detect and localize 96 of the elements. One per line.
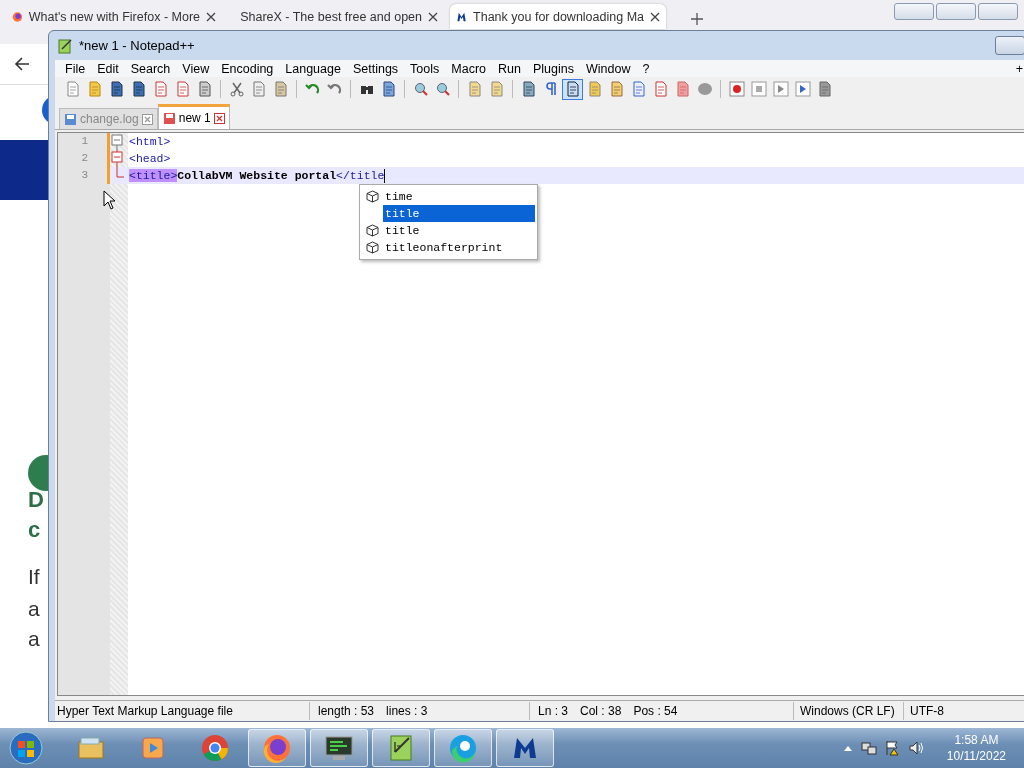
close-icon[interactable]	[650, 11, 660, 22]
pdf-icon[interactable]	[652, 81, 669, 97]
line-number: 1	[80, 134, 89, 149]
close-all-icon[interactable]	[174, 81, 191, 97]
notepad-icon	[57, 37, 73, 54]
function-list-icon[interactable]	[630, 81, 647, 97]
fold-icon[interactable]	[110, 150, 124, 167]
edge-icon	[447, 732, 479, 764]
word-wrap-icon[interactable]	[520, 81, 537, 97]
flag-icon[interactable]	[884, 740, 901, 756]
length-label: length : 53	[318, 703, 375, 720]
menu-item[interactable]: Run	[492, 61, 527, 76]
fold-icon[interactable]	[110, 133, 124, 150]
save-macro-icon[interactable]	[816, 81, 833, 97]
minimize-button[interactable]	[995, 36, 1024, 55]
mouse-cursor-icon	[103, 190, 117, 212]
page-text: D	[28, 487, 44, 513]
scissors-icon[interactable]	[228, 81, 245, 97]
position-label: Pos : 54	[633, 703, 678, 720]
eol-label: Windows (CR LF)	[794, 702, 904, 720]
browser-tab[interactable]: ShareX - The best free and open	[228, 4, 444, 29]
replace-icon[interactable]	[380, 81, 397, 97]
menu-item[interactable]: ?	[636, 61, 656, 76]
restore-button[interactable]	[936, 3, 976, 20]
document-map-icon[interactable]	[608, 81, 625, 97]
play-icon[interactable]	[772, 81, 789, 97]
file-tab[interactable]: new 1	[157, 104, 230, 129]
menu-item[interactable]: Language	[279, 61, 347, 76]
file-type-label: Hyper Text Markup Language file	[55, 702, 310, 720]
menu-item[interactable]: Window	[579, 61, 637, 76]
page-text: a	[28, 597, 40, 621]
line-number: 3	[80, 168, 89, 183]
close-icon[interactable]	[213, 112, 225, 124]
indent-guide-icon[interactable]	[564, 81, 581, 97]
lines-label: lines : 3	[386, 703, 428, 720]
suggestion-item[interactable]: title	[383, 222, 535, 239]
menu-item[interactable]: View	[176, 61, 216, 76]
record-icon[interactable]	[728, 81, 745, 97]
menu-item[interactable]: Search	[124, 61, 177, 76]
save-all-icon[interactable]	[130, 81, 147, 97]
back-arrow-icon[interactable]	[14, 56, 30, 72]
close-icon[interactable]	[428, 11, 438, 22]
time-label: 1:58 AM	[954, 732, 999, 748]
new-tab-icon[interactable]	[690, 12, 704, 26]
menu-item[interactable]: Encoding	[215, 61, 280, 76]
menu-item[interactable]: Settings	[346, 61, 405, 76]
close-button[interactable]	[978, 3, 1018, 20]
code-editor[interactable]: 1 2 3 <html> <head> <title>CollabVM Website portal</title time title title titleonafterprint	[57, 132, 1024, 696]
menu-item[interactable]: Edit	[91, 61, 125, 76]
menu-item[interactable]: Macro	[445, 61, 493, 76]
suggestion-item[interactable]: time	[383, 188, 535, 205]
encoding-label: UTF-8	[909, 703, 945, 720]
stop-icon[interactable]	[750, 81, 767, 97]
close-file-icon[interactable]	[152, 81, 169, 97]
page-text: c	[28, 517, 41, 543]
page-text: If	[28, 565, 40, 589]
browser-tab[interactable]: What's new with Firefox - More	[6, 4, 222, 29]
firefox-icon	[261, 732, 293, 764]
caret-up-icon[interactable]	[842, 744, 853, 752]
zoom-in-icon[interactable]	[412, 81, 429, 97]
page-text: a	[28, 627, 40, 651]
code-line: <html>	[107, 133, 1024, 150]
paste-icon[interactable]	[272, 81, 289, 97]
browser-tab[interactable]: Thank you for downloading Ma	[450, 4, 666, 29]
menu-item[interactable]: Tools	[404, 61, 446, 76]
close-icon[interactable]	[206, 11, 216, 22]
menu-item[interactable]: Plugins	[526, 61, 580, 76]
window-title: *new 1 - Notepad++	[79, 38, 196, 53]
clock[interactable]: 1:58 AM 10/11/2022	[946, 732, 1006, 764]
copy-icon[interactable]	[250, 81, 267, 97]
suggestion-item[interactable]: title	[383, 205, 535, 222]
taskbar-button[interactable]	[248, 729, 306, 767]
taskbar-button[interactable]	[310, 729, 368, 767]
network-icon[interactable]	[860, 740, 877, 756]
sync-horizontal-icon[interactable]	[488, 81, 505, 97]
chrome-icon	[199, 732, 231, 764]
play-multiple-icon[interactable]	[794, 81, 811, 97]
zoom-out-icon[interactable]	[434, 81, 451, 97]
folder-panel-icon[interactable]	[586, 81, 603, 97]
column-label: Col : 38	[580, 703, 622, 720]
printer-icon[interactable]	[196, 81, 213, 97]
date-label: 10/11/2022	[946, 748, 1006, 764]
line-label: Ln : 3	[538, 703, 569, 720]
taskbar-button[interactable]	[496, 729, 554, 767]
menu-item[interactable]: +	[1009, 61, 1024, 76]
open-folder-icon[interactable]	[86, 81, 103, 97]
new-file-icon[interactable]	[64, 81, 81, 97]
line-number: 2	[80, 151, 89, 166]
start-button[interactable]	[8, 730, 44, 766]
save-icon[interactable]	[108, 81, 125, 97]
taskbar-button[interactable]	[372, 729, 430, 767]
menu-item[interactable]: File	[59, 61, 92, 76]
sync-scroll-icon[interactable]	[466, 81, 483, 97]
minimize-button[interactable]	[894, 3, 934, 20]
speaker-icon[interactable]	[908, 740, 925, 756]
suggestion-item[interactable]: titleonafterprint	[383, 239, 535, 256]
